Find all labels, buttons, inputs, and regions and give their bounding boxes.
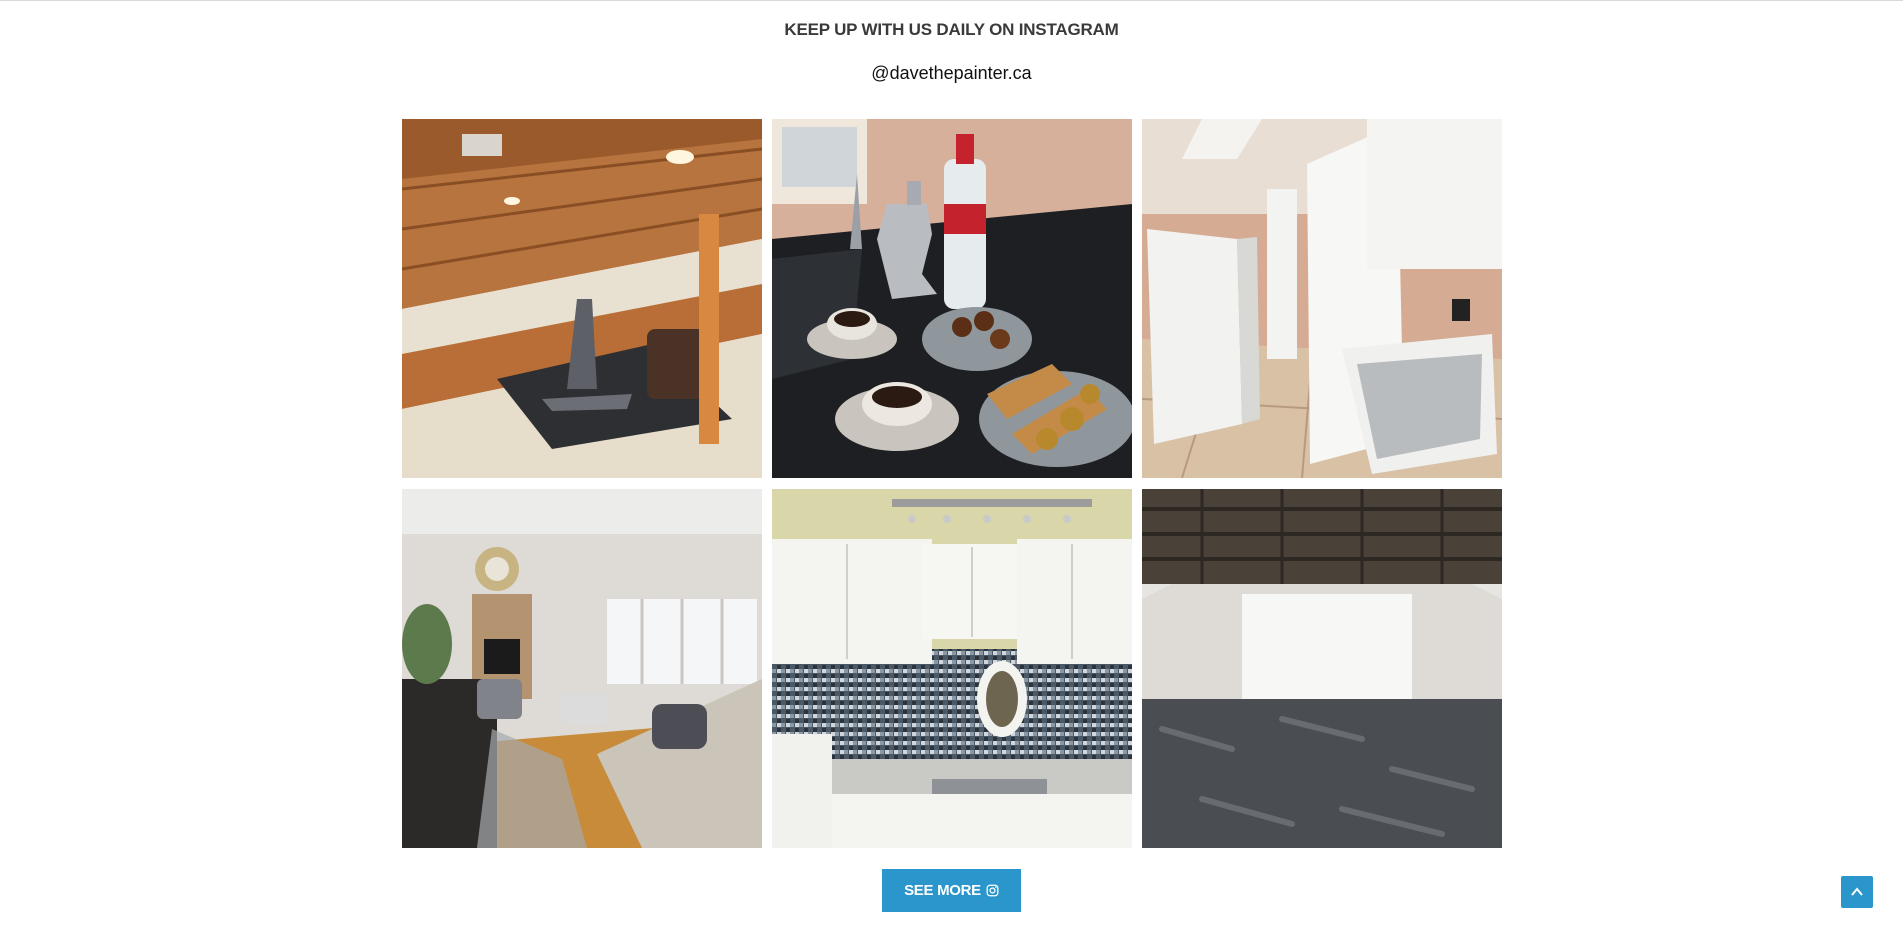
gallery-photo-coffee-biscotti[interactable] <box>772 119 1132 478</box>
kitchen-backsplash-image <box>772 489 1132 848</box>
see-more-label: SEE MORE <box>904 882 981 899</box>
coffee-biscotti-image <box>772 119 1132 478</box>
instagram-heading: KEEP UP WITH US DAILY ON INSTAGRAM <box>784 20 1119 39</box>
see-more-button[interactable]: SEE MORE <box>882 869 1021 912</box>
gallery-photo-empty-room[interactable] <box>1142 489 1502 848</box>
living-room-image <box>402 489 762 848</box>
basement-gym-image <box>402 119 762 478</box>
instagram-gallery <box>402 119 1503 848</box>
instagram-handle: @davethepainter.ca <box>0 63 1903 84</box>
cabinet-install-image <box>1142 119 1502 478</box>
gallery-photo-kitchen-backsplash[interactable] <box>772 489 1132 848</box>
instagram-handle-link[interactable]: @davethepainter.ca <box>871 63 1031 83</box>
top-divider <box>0 0 1903 1</box>
gallery-photo-living-room[interactable] <box>402 489 762 848</box>
scroll-to-top-button[interactable] <box>1841 876 1873 908</box>
gallery-photo-cabinet-install[interactable] <box>1142 119 1502 478</box>
chevron-up-icon <box>1851 887 1863 896</box>
empty-room-image <box>1142 489 1502 848</box>
gallery-photo-basement-gym[interactable] <box>402 119 762 478</box>
instagram-icon <box>986 884 999 897</box>
